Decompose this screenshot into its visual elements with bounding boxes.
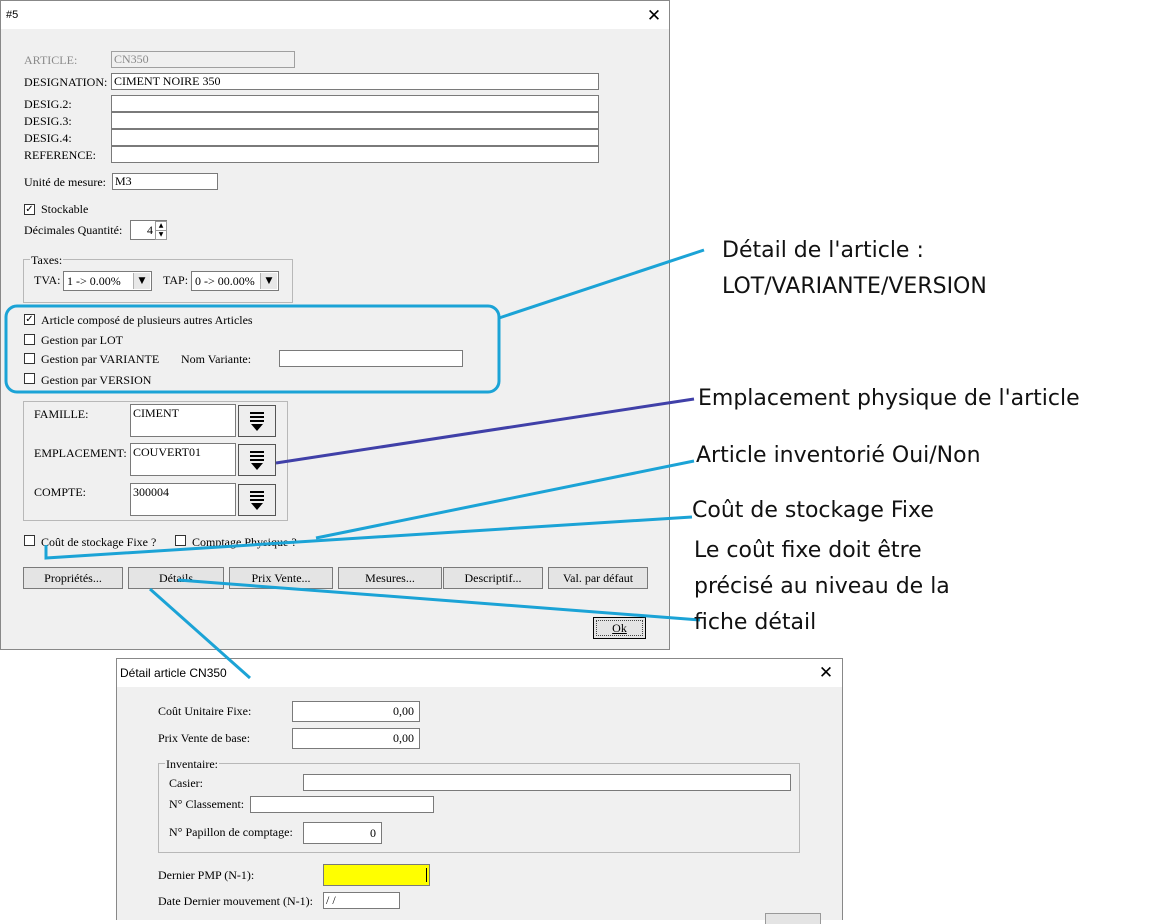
prix-vente-base-label: Prix Vente de base: <box>158 731 251 745</box>
tva-value: 1 -> 0.00% <box>67 274 121 288</box>
list-picker-icon <box>250 412 264 431</box>
cout-unitaire-label: Coût Unitaire Fixe: <box>158 704 252 718</box>
variante-checkbox[interactable] <box>24 353 35 364</box>
details-button[interactable]: Détails <box>128 567 224 589</box>
annotation-cout-line3: précisé au niveau de la <box>694 574 950 599</box>
prix-vente-base-field[interactable]: 0,00 <box>292 728 420 749</box>
titlebar: #5 ✕ <box>1 1 669 29</box>
comptage-label: Comptage Physique ? <box>192 535 297 549</box>
unite-label: Unité de mesure: <box>24 175 106 189</box>
casier-field[interactable] <box>303 774 791 791</box>
descriptif-button[interactable]: Descriptif... <box>443 567 543 589</box>
famille-picker-button[interactable] <box>238 405 276 437</box>
papillon-label: N° Papillon de comptage: <box>169 825 293 839</box>
tva-select[interactable]: 1 -> 0.00% ▼ <box>63 271 152 291</box>
pmp-label: Dernier PMP (N-1): <box>158 868 255 882</box>
mesures-button[interactable]: Mesures... <box>338 567 442 589</box>
nom-variante-label: Nom Variante: <box>181 352 252 366</box>
version-checkbox[interactable] <box>24 373 35 384</box>
compte-picker-button[interactable] <box>238 484 276 516</box>
val-defaut-button[interactable]: Val. par défaut <box>548 567 648 589</box>
decimales-stepper[interactable]: 4 ▲ ▼ <box>130 220 167 240</box>
tap-value: 0 -> 00.00% <box>195 274 255 288</box>
annotation-cout-line2: Le coût fixe doit être <box>694 538 922 563</box>
comptage-checkbox[interactable] <box>175 535 186 546</box>
proprietes-button[interactable]: Propriétés... <box>23 567 123 589</box>
papillon-field[interactable]: 0 <box>303 822 382 844</box>
ok-label: Ok <box>612 621 627 635</box>
desig3-label: DESIG.3: <box>24 114 72 128</box>
compose-label: Article composé de plusieurs autres Arti… <box>41 313 253 327</box>
chevron-down-icon[interactable]: ▼ <box>133 273 150 289</box>
inventaire-title: Inventaire: <box>165 757 219 772</box>
designation-field[interactable]: CIMENT NOIRE 350 <box>111 73 599 90</box>
famille-field[interactable]: CIMENT <box>130 404 236 437</box>
annotation-emplacement: Emplacement physique de l'article <box>698 386 1080 411</box>
ok-button[interactable]: Ok <box>593 617 646 639</box>
detail-close-icon[interactable]: ✕ <box>811 660 841 686</box>
variante-label: Gestion par VARIANTE <box>41 352 160 366</box>
tap-label: TAP: <box>163 273 189 287</box>
compose-checkbox[interactable]: ✓ <box>24 314 35 325</box>
lot-label: Gestion par LOT <box>41 333 123 347</box>
pmp-field[interactable] <box>323 864 430 886</box>
date-mouvement-label: Date Dernier mouvement (N-1): <box>158 894 313 908</box>
version-label: Gestion par VERSION <box>41 373 152 387</box>
unite-field[interactable]: M3 <box>112 173 218 190</box>
desig2-label: DESIG.2: <box>24 97 72 111</box>
emplacement-field[interactable]: COUVERT01 <box>130 443 236 476</box>
designation-label: DESIGNATION: <box>24 75 108 89</box>
nom-variante-field[interactable] <box>279 350 463 367</box>
text-cursor <box>426 868 427 882</box>
article-field: CN350 <box>111 51 295 68</box>
lot-checkbox[interactable] <box>24 334 35 345</box>
tap-select[interactable]: 0 -> 00.00% ▼ <box>191 271 279 291</box>
reference-label: REFERENCE: <box>24 148 97 162</box>
annotation-inventorie: Article inventorié Oui/Non <box>696 443 981 468</box>
detail-titlebar: Détail article CN350 ✕ <box>117 659 842 687</box>
annotation-detail-line2: LOT/VARIANTE/VERSION <box>722 274 987 299</box>
chevron-down-icon[interactable]: ▼ <box>260 273 277 289</box>
annotation-cout-line4: fiche détail <box>694 610 817 635</box>
article-window: #5 ✕ ARTICLE: CN350 DESIGNATION: CIMENT … <box>0 0 670 650</box>
cout-stockage-label: Coût de stockage Fixe ? <box>41 535 157 549</box>
taxes-title: Taxes: <box>30 253 64 268</box>
compte-label: COMPTE: <box>34 485 87 499</box>
desig4-label: DESIG.4: <box>24 131 72 145</box>
desig4-field[interactable] <box>111 129 599 146</box>
famille-label: FAMILLE: <box>34 407 89 421</box>
cout-unitaire-field[interactable]: 0,00 <box>292 701 420 722</box>
desig3-field[interactable] <box>111 112 599 129</box>
casier-label: Casier: <box>169 776 203 790</box>
classement-label: N° Classement: <box>169 797 245 811</box>
emplacement-picker-button[interactable] <box>238 444 276 476</box>
close-icon[interactable]: ✕ <box>639 3 669 29</box>
reference-field[interactable] <box>111 146 599 163</box>
classement-field[interactable] <box>250 796 434 813</box>
list-picker-icon <box>250 451 264 470</box>
decimales-value: 4 <box>147 223 153 237</box>
emplacement-label: EMPLACEMENT: <box>34 446 127 460</box>
stockable-checkbox[interactable]: ✓ <box>24 204 35 215</box>
stockable-label: Stockable <box>41 202 89 216</box>
cout-stockage-checkbox[interactable] <box>24 535 35 546</box>
desig2-field[interactable] <box>111 95 599 112</box>
prix-vente-button[interactable]: Prix Vente... <box>229 567 333 589</box>
partial-button[interactable] <box>765 913 821 924</box>
decimales-label: Décimales Quantité: <box>24 223 123 237</box>
stepper-down-icon[interactable]: ▼ <box>155 230 167 240</box>
tva-label: TVA: <box>34 273 61 287</box>
article-label: ARTICLE: <box>24 53 78 67</box>
detail-window: Détail article CN350 ✕ Coût Unitaire Fix… <box>116 658 843 924</box>
annotation-cout-line1: Coût de stockage Fixe <box>692 498 934 523</box>
detail-window-title: Détail article CN350 <box>120 666 227 680</box>
compte-field[interactable]: 300004 <box>130 483 236 516</box>
annotation-detail-line1: Détail de l'article : <box>722 238 924 263</box>
list-picker-icon <box>250 491 264 510</box>
window-title: #5 <box>6 9 19 21</box>
date-mouvement-field[interactable]: / / <box>323 892 400 909</box>
